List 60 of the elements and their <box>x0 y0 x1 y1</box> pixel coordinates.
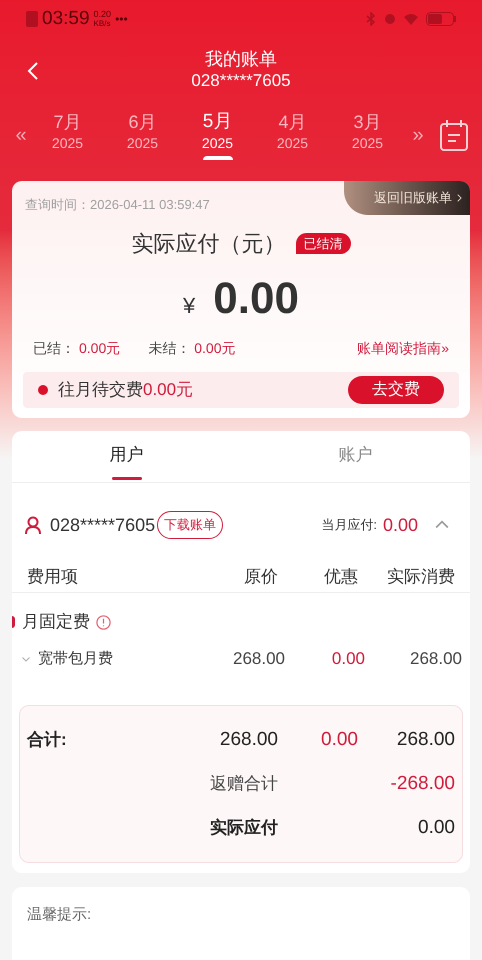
month-tab[interactable]: 5月 2025 <box>180 110 255 160</box>
column-header: 原价 <box>243 566 278 588</box>
fee-name: 宽带包月费 <box>38 648 114 669</box>
calendar-icon[interactable] <box>440 119 468 151</box>
settled-value: 0.00元 <box>79 339 120 358</box>
table-cell-text: 268.00 <box>396 728 455 752</box>
month-tab[interactable]: 3月 2025 <box>330 110 405 160</box>
settled-label: 已结： <box>33 339 75 358</box>
column-header: 优惠 <box>323 566 358 588</box>
payable-label: 实际应付 <box>209 817 278 840</box>
status-time: 03:59 <box>42 6 90 31</box>
column-header: 费用项 <box>27 566 79 588</box>
due-value: 0.00 <box>382 514 418 536</box>
total-label: 合计: <box>27 729 68 752</box>
bluetooth-icon <box>366 12 376 26</box>
old-version-link[interactable]: 返回旧版账单 <box>344 181 470 215</box>
amount-heading: 实际应付（元） <box>132 230 286 258</box>
page-subtitle: 028*****7605 <box>191 70 291 92</box>
table-cell-text: 268.00 <box>409 648 462 670</box>
currency-symbol: ¥ <box>183 292 196 320</box>
speed-unit: KB/s <box>94 19 112 28</box>
column-header: 实际消费 <box>386 566 455 588</box>
month-tab[interactable]: 7月 2025 <box>30 110 105 160</box>
table-cell-text: 268.00 <box>232 648 285 670</box>
previous-months-button[interactable]: « <box>12 120 30 150</box>
battery-icon <box>426 12 456 26</box>
pay-button[interactable]: 去交费 <box>348 376 444 404</box>
settled-badge: 已结清 <box>296 232 350 254</box>
user-icon <box>24 516 42 534</box>
status-more: ••• <box>115 11 128 28</box>
month-tab[interactable]: 6月 2025 <box>105 110 180 160</box>
rebate-label: 返赠合计 <box>209 773 278 796</box>
user-number: 028*****7605 <box>50 514 156 536</box>
info-icon <box>96 614 111 630</box>
table-cell-text: 0.00 <box>330 648 365 670</box>
download-bill-button[interactable]: 下载账单 <box>157 511 224 539</box>
sim-icon <box>26 11 38 27</box>
overdue-value: 0.00元 <box>143 379 194 402</box>
overdue-label: 往月待交费 <box>58 379 143 402</box>
due-label: 当月应付: <box>321 516 377 534</box>
network-speed: 0.20 <box>94 10 112 19</box>
tips-title: 温馨提示: <box>27 906 92 923</box>
unsettled-value: 0.00元 <box>194 339 236 358</box>
unsettled-label: 未结： <box>148 339 190 358</box>
rebate-value: -268.00 <box>390 772 455 796</box>
query-time: 查询时间：2026-04-11 03:59:47 <box>25 196 210 214</box>
next-months-button[interactable]: » <box>405 120 431 150</box>
page-title: 我的账单 <box>204 48 277 70</box>
month-tab[interactable]: 4月 2025 <box>255 110 330 160</box>
amount-value: 0.00 <box>213 273 299 325</box>
bill-tab[interactable]: 用户 <box>12 431 241 482</box>
table-cell-text: 268.00 <box>218 728 278 752</box>
table-cell-text: 0.00 <box>320 728 358 752</box>
status-dot-icon <box>38 385 48 395</box>
bill-tab[interactable]: 账户 <box>241 431 470 482</box>
group-name: 月固定费 <box>22 611 90 634</box>
payable-value: 0.00 <box>417 816 455 840</box>
section-marker <box>12 616 15 628</box>
guide-link[interactable]: 账单阅读指南» <box>357 338 449 359</box>
wifi-icon <box>404 13 418 25</box>
